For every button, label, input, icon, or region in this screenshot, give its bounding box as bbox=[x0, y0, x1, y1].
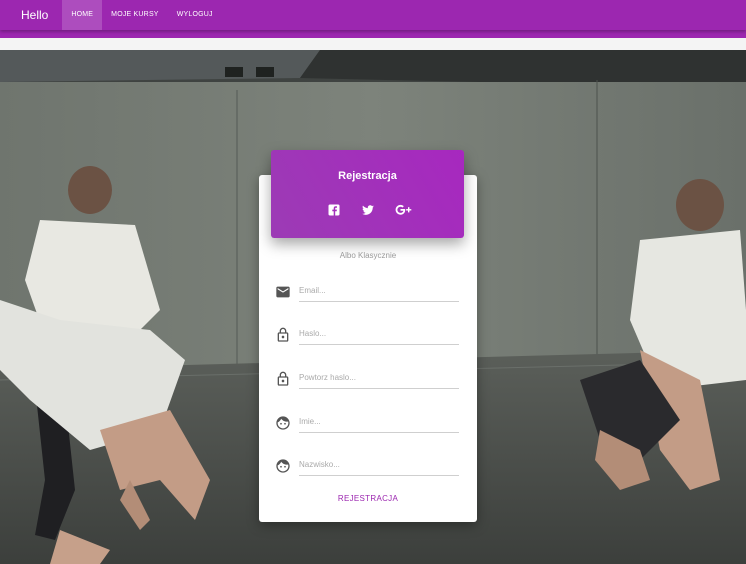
face-icon bbox=[275, 415, 291, 431]
register-button[interactable]: REJESTRACJA bbox=[259, 494, 477, 503]
card-header: Rejestracja bbox=[271, 150, 464, 238]
nav-home[interactable]: HOME bbox=[62, 0, 103, 30]
google-plus-icon[interactable] bbox=[395, 203, 413, 217]
lock-icon bbox=[275, 371, 291, 387]
brand-link[interactable]: Hello bbox=[0, 0, 62, 30]
nav-logout[interactable]: WYLOGUJ bbox=[168, 0, 222, 30]
email-icon bbox=[275, 284, 291, 300]
email-field[interactable] bbox=[299, 280, 459, 302]
facebook-icon[interactable] bbox=[327, 203, 341, 217]
header-strip bbox=[0, 38, 746, 50]
last-name-row bbox=[275, 454, 459, 478]
twitter-icon[interactable] bbox=[361, 203, 375, 217]
lock-icon bbox=[275, 327, 291, 343]
top-navbar: Hello HOME MOJE KURSY WYLOGUJ bbox=[0, 0, 746, 30]
email-row bbox=[275, 280, 459, 304]
navbar-extension bbox=[0, 30, 746, 38]
first-name-row bbox=[275, 411, 459, 435]
password-field[interactable] bbox=[299, 323, 459, 345]
last-name-field[interactable] bbox=[299, 454, 459, 476]
form-title: Rejestracja bbox=[338, 170, 397, 182]
repeat-password-field[interactable] bbox=[299, 367, 459, 389]
nav-my-courses[interactable]: MOJE KURSY bbox=[102, 0, 168, 30]
alternative-divider: Albo Klasycznie bbox=[339, 251, 397, 260]
first-name-field[interactable] bbox=[299, 411, 459, 433]
face-icon bbox=[275, 458, 291, 474]
password-row bbox=[275, 323, 459, 347]
repeat-password-row bbox=[275, 367, 459, 391]
